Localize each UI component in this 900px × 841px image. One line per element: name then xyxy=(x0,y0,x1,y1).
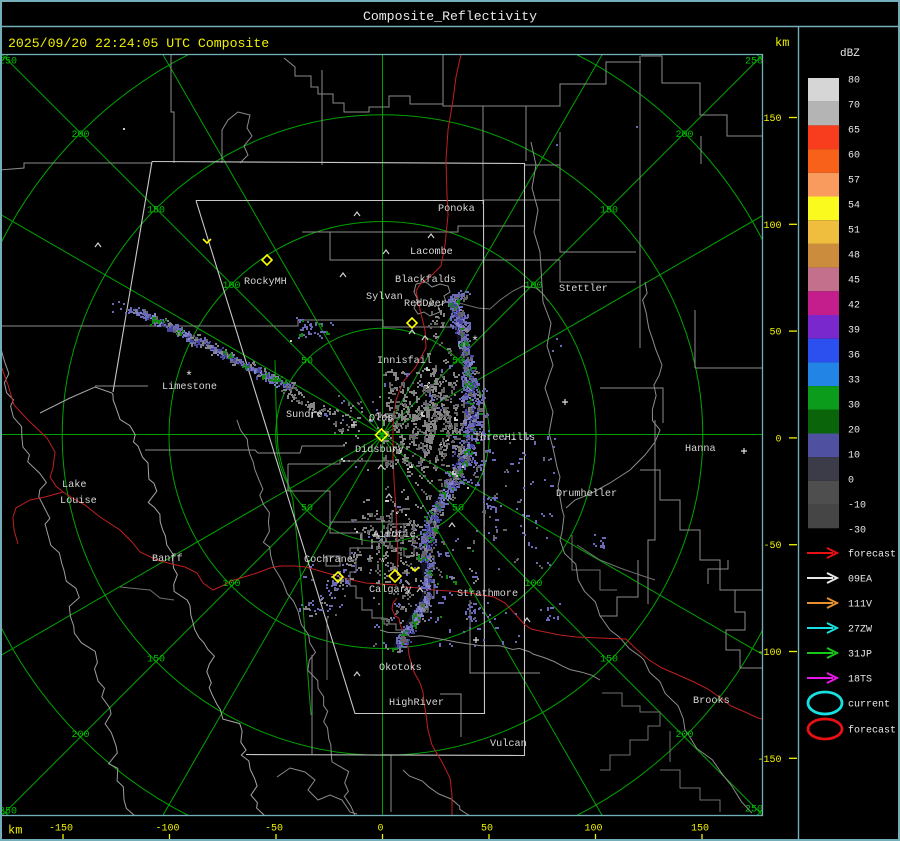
svg-text:50: 50 xyxy=(452,504,464,515)
svg-text:65: 65 xyxy=(848,126,860,137)
svg-text:Okotoks: Okotoks xyxy=(379,662,422,674)
svg-text:200: 200 xyxy=(675,730,693,741)
svg-text:30: 30 xyxy=(848,401,860,412)
svg-text:250: 250 xyxy=(0,57,17,68)
svg-text:RedDeer: RedDeer xyxy=(404,298,447,310)
svg-text:150: 150 xyxy=(691,824,709,835)
svg-text:2025/09/20 22:24:05 UTC Compos: 2025/09/20 22:24:05 UTC Composite xyxy=(8,36,269,51)
svg-text:Hanna: Hanna xyxy=(685,444,716,455)
svg-text:57: 57 xyxy=(848,176,860,187)
svg-text:50: 50 xyxy=(301,504,313,515)
svg-text:*: * xyxy=(471,334,479,349)
svg-text:18TS: 18TS xyxy=(848,675,872,686)
svg-text:200: 200 xyxy=(71,730,89,741)
svg-text:48: 48 xyxy=(848,251,860,262)
svg-text:-100: -100 xyxy=(155,824,179,835)
svg-text:forecast: forecast xyxy=(848,549,896,561)
svg-text:150: 150 xyxy=(763,114,781,125)
svg-text:0: 0 xyxy=(848,476,854,487)
svg-text:*: * xyxy=(185,369,193,384)
svg-text:20: 20 xyxy=(848,426,860,437)
svg-text:Lacombe: Lacombe xyxy=(410,246,453,258)
svg-text:km: km xyxy=(8,824,22,838)
svg-text:Banff: Banff xyxy=(152,553,183,565)
svg-text:50: 50 xyxy=(481,824,493,835)
svg-text:54: 54 xyxy=(848,201,860,212)
svg-text:250: 250 xyxy=(745,805,763,816)
svg-text:45: 45 xyxy=(848,276,860,287)
svg-text:dBZ: dBZ xyxy=(840,48,860,60)
svg-text:33: 33 xyxy=(848,376,860,387)
svg-text:-30: -30 xyxy=(848,526,866,537)
svg-text:36: 36 xyxy=(848,351,860,362)
svg-text:Lake: Lake xyxy=(62,479,86,491)
svg-text:100: 100 xyxy=(222,579,240,590)
svg-text:50: 50 xyxy=(769,328,781,339)
svg-text:Stettler: Stettler xyxy=(559,283,608,295)
svg-text:km: km xyxy=(775,36,789,50)
svg-text:-100: -100 xyxy=(757,648,781,659)
svg-text:80: 80 xyxy=(848,76,860,87)
svg-text:150: 150 xyxy=(147,655,165,666)
svg-text:current: current xyxy=(848,700,890,711)
svg-text:100: 100 xyxy=(222,281,240,292)
svg-text:Cochrane: Cochrane xyxy=(304,554,353,566)
svg-text:51: 51 xyxy=(848,226,860,237)
svg-text:0: 0 xyxy=(377,824,383,835)
svg-text:0: 0 xyxy=(775,434,781,445)
svg-text:Drumheller: Drumheller xyxy=(556,488,617,500)
svg-text:27ZW: 27ZW xyxy=(848,625,872,636)
svg-text:100: 100 xyxy=(584,824,602,835)
svg-text:42: 42 xyxy=(848,301,860,312)
svg-text:39: 39 xyxy=(848,326,860,337)
svg-text:Calgary: Calgary xyxy=(369,584,412,596)
svg-text:ThreeHills: ThreeHills xyxy=(474,432,535,444)
svg-text:Ponoka: Ponoka xyxy=(438,203,475,215)
svg-text:10: 10 xyxy=(848,451,860,462)
svg-text:forecast: forecast xyxy=(848,725,896,737)
svg-text:Olds: Olds xyxy=(369,413,393,425)
svg-text:100: 100 xyxy=(524,281,542,292)
svg-text:Sundre: Sundre xyxy=(286,409,323,421)
svg-text:Airdrie: Airdrie xyxy=(373,529,416,541)
svg-text:31JP: 31JP xyxy=(848,650,872,661)
svg-text:200: 200 xyxy=(71,130,89,141)
svg-text:RockyMH: RockyMH xyxy=(244,276,287,288)
svg-text:150: 150 xyxy=(600,205,618,216)
svg-text:Strathmore: Strathmore xyxy=(457,588,518,600)
svg-text:100: 100 xyxy=(524,579,542,590)
svg-text:-10: -10 xyxy=(848,501,866,512)
svg-text:09EA: 09EA xyxy=(848,575,872,586)
svg-text:Innisfail: Innisfail xyxy=(377,355,432,367)
svg-text:-150: -150 xyxy=(49,824,73,835)
svg-text:50: 50 xyxy=(301,356,313,367)
svg-text:70: 70 xyxy=(848,101,860,112)
svg-text:100: 100 xyxy=(763,221,781,232)
svg-text:-150: -150 xyxy=(757,755,781,766)
svg-text:Composite_Reflectivity: Composite_Reflectivity xyxy=(363,9,537,24)
svg-text:Sylvan: Sylvan xyxy=(366,291,403,303)
svg-text:-50: -50 xyxy=(763,541,781,552)
svg-text:-50: -50 xyxy=(265,824,283,835)
svg-text:200: 200 xyxy=(675,130,693,141)
svg-text:150: 150 xyxy=(600,655,618,666)
svg-text:Vulcan: Vulcan xyxy=(490,738,527,750)
svg-text:111V: 111V xyxy=(848,600,872,611)
svg-text:60: 60 xyxy=(848,151,860,162)
svg-text:Brooks: Brooks xyxy=(693,695,730,707)
svg-text:HighRiver: HighRiver xyxy=(389,697,444,709)
svg-text:Louise: Louise xyxy=(60,495,97,507)
svg-text:150: 150 xyxy=(147,205,165,216)
svg-text:Blackfalds: Blackfalds xyxy=(395,274,456,286)
svg-text:250: 250 xyxy=(745,57,763,68)
svg-text:Didsbury: Didsbury xyxy=(355,444,404,456)
